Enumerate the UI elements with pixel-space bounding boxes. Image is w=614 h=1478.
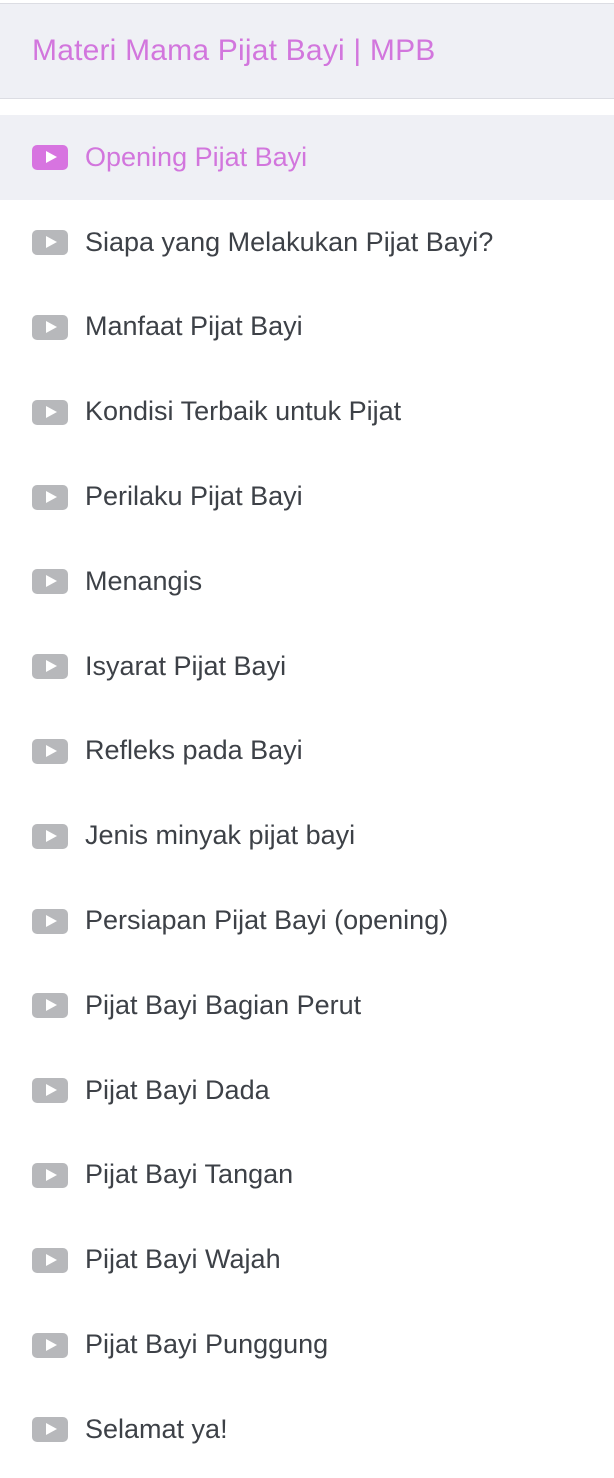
lesson-item[interactable]: Pijat Bayi Punggung <box>0 1302 614 1387</box>
lesson-label: Pijat Bayi Punggung <box>85 1329 329 1360</box>
lesson-item[interactable]: Pijat Bayi Tangan <box>0 1133 614 1218</box>
play-video-icon <box>32 1078 68 1104</box>
lesson-label: Jenis minyak pijat bayi <box>85 820 356 851</box>
lesson-item[interactable]: Jenis minyak pijat bayi <box>0 793 614 878</box>
lesson-label: Isyarat Pijat Bayi <box>85 650 287 681</box>
lesson-label: Selamat ya! <box>85 1413 228 1444</box>
lesson-item[interactable]: Menangis <box>0 539 614 624</box>
lesson-item[interactable]: Opening Pijat Bayi <box>0 115 614 200</box>
play-video-icon <box>32 738 68 764</box>
play-video-icon <box>32 569 68 595</box>
course-title: Materi Mama Pijat Bayi | MPB <box>32 34 436 67</box>
lesson-item[interactable]: Pijat Bayi Wajah <box>0 1217 614 1302</box>
play-video-icon <box>32 314 68 340</box>
lesson-item[interactable]: Persiapan Pijat Bayi (opening) <box>0 878 614 963</box>
play-video-icon <box>32 654 68 680</box>
lesson-label: Siapa yang Melakukan Pijat Bayi? <box>85 226 494 257</box>
play-video-icon <box>32 908 68 934</box>
lesson-item[interactable]: Manfaat Pijat Bayi <box>0 285 614 370</box>
lesson-item[interactable]: Selamat ya! <box>0 1387 614 1472</box>
lesson-label: Opening Pijat Bayi <box>85 141 308 172</box>
play-video-icon <box>32 145 68 171</box>
lesson-label: Refleks pada Bayi <box>85 735 303 766</box>
lesson-item[interactable]: Refleks pada Bayi <box>0 709 614 794</box>
lesson-label: Pijat Bayi Dada <box>85 1074 270 1105</box>
play-video-icon <box>32 1247 68 1273</box>
play-video-icon <box>32 1162 68 1188</box>
play-video-icon <box>32 399 68 425</box>
lesson-item[interactable]: Isyarat Pijat Bayi <box>0 624 614 709</box>
play-video-icon <box>32 823 68 849</box>
lesson-label: Kondisi Terbaik untuk Pijat <box>85 396 402 427</box>
lesson-item[interactable]: Siapa yang Melakukan Pijat Bayi? <box>0 200 614 285</box>
lesson-label: Perilaku Pijat Bayi <box>85 481 303 512</box>
lesson-item[interactable]: Pijat Bayi Bagian Perut <box>0 963 614 1048</box>
lesson-label: Menangis <box>85 565 203 596</box>
course-header: Materi Mama Pijat Bayi | MPB <box>0 3 614 99</box>
play-video-icon <box>32 484 68 510</box>
lesson-label: Pijat Bayi Wajah <box>85 1244 281 1275</box>
play-video-icon <box>32 1417 68 1443</box>
play-video-icon <box>32 1332 68 1358</box>
play-video-icon <box>32 993 68 1019</box>
lesson-label: Pijat Bayi Tangan <box>85 1159 294 1190</box>
lesson-item[interactable]: Kondisi Terbaik untuk Pijat <box>0 369 614 454</box>
lesson-list: Opening Pijat Bayi Siapa yang Melakukan … <box>0 115 614 1472</box>
play-video-icon <box>32 230 68 256</box>
lesson-label: Pijat Bayi Bagian Perut <box>85 989 362 1020</box>
lesson-item[interactable]: Perilaku Pijat Bayi <box>0 454 614 539</box>
lesson-label: Persiapan Pijat Bayi (opening) <box>85 905 449 936</box>
lesson-label: Manfaat Pijat Bayi <box>85 311 303 342</box>
lesson-item[interactable]: Pijat Bayi Dada <box>0 1048 614 1133</box>
